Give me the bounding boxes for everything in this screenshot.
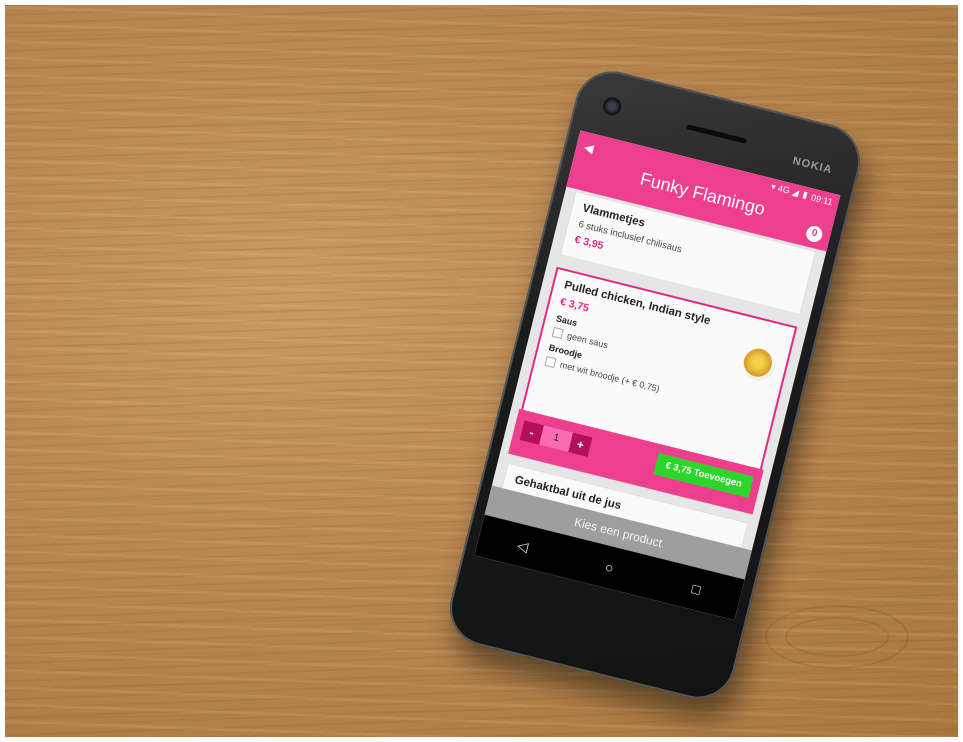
sauce-checkbox[interactable] xyxy=(551,326,564,339)
wood-knot xyxy=(785,617,889,657)
status-time: 09:11 xyxy=(810,191,834,207)
nav-home-icon[interactable]: ○ xyxy=(593,556,626,579)
phone-screen: ▾ 4G ◢ ▮ 09:11 ◀ Funky Flamingo 0 Vlamme… xyxy=(474,130,841,621)
nav-back-icon[interactable]: ◁ xyxy=(506,534,539,558)
front-camera xyxy=(601,95,624,118)
battery-icon: ▮ xyxy=(801,189,809,201)
bread-checkbox[interactable] xyxy=(544,355,557,369)
signal-icon: ▾ 4G ◢ xyxy=(770,181,801,198)
quantity-value[interactable]: 1 xyxy=(539,425,574,452)
wooden-table: NOKIA ▾ 4G ◢ ▮ 09:11 ◀ Funky Flamingo 0 … xyxy=(5,5,958,737)
earpiece-speaker xyxy=(685,124,748,144)
nav-recents-icon[interactable]: □ xyxy=(680,578,713,601)
phone-brand: NOKIA xyxy=(791,154,834,177)
increase-button[interactable]: + xyxy=(568,432,593,457)
quantity-stepper: - 1 + xyxy=(519,420,593,457)
